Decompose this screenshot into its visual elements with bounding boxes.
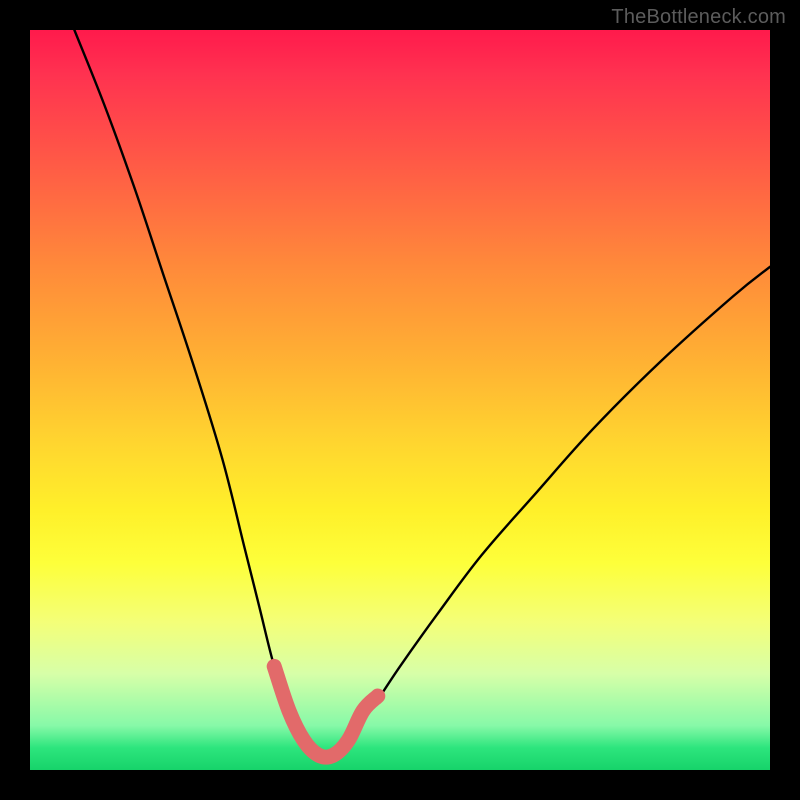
bottleneck-curve xyxy=(74,30,770,757)
highlight-segment xyxy=(274,666,378,757)
chart-frame: TheBottleneck.com xyxy=(0,0,800,800)
watermark-text: TheBottleneck.com xyxy=(611,6,786,29)
plot-area xyxy=(30,30,770,770)
curve-svg xyxy=(30,30,770,770)
